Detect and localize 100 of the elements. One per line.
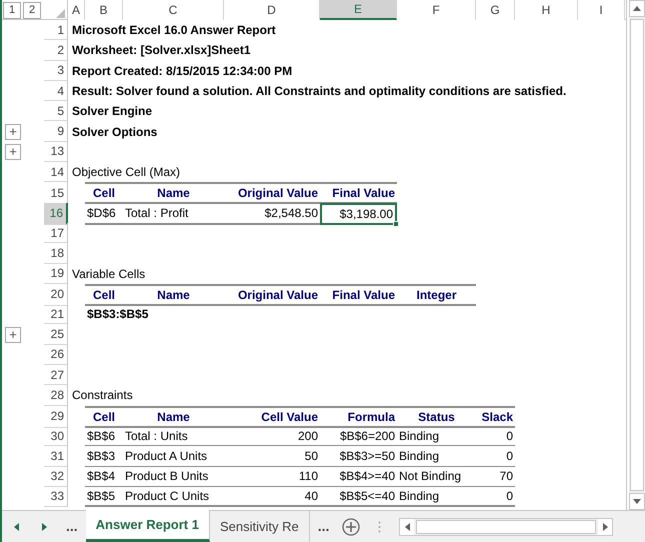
column-heading: Original Value <box>224 284 320 306</box>
table-cell[interactable]: 0 <box>476 446 515 467</box>
section-caption: Variable Cells <box>71 266 146 283</box>
section-caption: Objective Cell (Max) <box>71 164 182 182</box>
table-cell[interactable]: $B$5 <box>85 486 123 508</box>
report-title-line: Microsoft Excel 16.0 Answer Report <box>71 22 277 40</box>
more-sheets-button[interactable]: ... <box>58 511 86 542</box>
row-header[interactable]: 31 <box>44 446 68 467</box>
expand-button[interactable]: + <box>5 326 21 343</box>
column-header[interactable]: C <box>123 0 224 20</box>
row-header[interactable]: 2 <box>44 40 68 61</box>
column-header[interactable]: A <box>68 0 85 20</box>
table-cell[interactable]: Binding <box>397 446 476 467</box>
table-cell[interactable]: Binding <box>397 426 476 446</box>
column-heading: Name <box>123 182 224 204</box>
table-cell[interactable]: $B$4 <box>85 466 123 487</box>
table-cell[interactable]: Product C Units <box>123 486 224 508</box>
scroll-up-button[interactable] <box>629 0 645 17</box>
table-cell[interactable]: $B$3>=50 <box>320 446 397 467</box>
table-cell[interactable]: 0 <box>476 426 515 446</box>
column-header[interactable]: B <box>85 0 123 20</box>
column-heading: Name <box>123 284 224 306</box>
column-heading: Original Value <box>224 182 320 204</box>
row-header[interactable]: 9 <box>44 121 68 142</box>
column-heading: Cell <box>85 182 123 204</box>
row-header[interactable]: 5 <box>44 101 68 122</box>
section-caption: Constraints <box>71 387 134 404</box>
row-header[interactable]: 3 <box>44 60 68 81</box>
column-header[interactable]: G <box>476 0 515 20</box>
column-header[interactable]: I <box>578 0 625 20</box>
column-header[interactable]: D <box>224 0 320 20</box>
outline-level-button[interactable]: 2 <box>23 2 41 18</box>
scroll-thumb[interactable] <box>416 520 596 534</box>
column-header[interactable]: H <box>515 0 578 20</box>
table-cell[interactable]: Product A Units <box>123 446 224 467</box>
table-cell[interactable]: Total : Units <box>123 426 224 446</box>
row-header[interactable]: 26 <box>44 344 68 366</box>
vertical-scrollbar[interactable] <box>629 0 645 510</box>
column-heading: Cell Value <box>224 406 320 428</box>
table-cell[interactable]: 50 <box>224 446 320 467</box>
table-cell[interactable]: Binding <box>397 486 476 508</box>
splitter-handle-icon[interactable] <box>378 520 381 532</box>
row-header[interactable]: 21 <box>44 304 68 324</box>
row-header[interactable]: 20 <box>44 284 68 306</box>
row-header[interactable]: 17 <box>44 222 68 244</box>
row-header[interactable]: 18 <box>44 243 68 264</box>
expand-button[interactable]: + <box>5 144 21 160</box>
row-header[interactable]: 19 <box>44 264 68 284</box>
table-cell-text: $B$3:$B$5 <box>86 306 150 324</box>
table-cell[interactable]: Not Binding <box>397 466 476 487</box>
report-title-line: Worksheet: [Solver.xlsx]Sheet1 <box>71 42 252 60</box>
table-cell[interactable]: Total : Profit <box>123 202 224 225</box>
column-header[interactable]: E <box>320 0 397 20</box>
add-sheet-icon[interactable] <box>342 518 360 536</box>
up-arrow-icon <box>633 6 641 11</box>
table-cell[interactable]: $B$3 <box>85 446 123 467</box>
more-sheets-button[interactable]: ... <box>310 511 338 542</box>
column-header[interactable]: F <box>397 0 476 20</box>
table-cell[interactable]: 110 <box>224 466 320 487</box>
column-heading: Cell <box>85 406 123 428</box>
table-cell[interactable]: $B$6=200 <box>320 426 397 446</box>
row-header[interactable]: 28 <box>44 385 68 406</box>
report-title-line: Solver Options <box>71 124 158 141</box>
row-header[interactable]: 13 <box>44 142 68 162</box>
row-header[interactable]: 27 <box>44 365 68 386</box>
row-header[interactable]: 14 <box>44 162 68 182</box>
table-cell[interactable]: $B$6 <box>85 426 123 446</box>
row-header[interactable]: 1 <box>44 20 68 40</box>
outline-level-button[interactable]: 1 <box>3 2 21 18</box>
table-cell[interactable]: 70 <box>476 466 515 487</box>
row-header[interactable]: 30 <box>44 426 68 446</box>
right-arrow-icon <box>42 522 46 530</box>
right-arrow-icon <box>602 522 608 530</box>
sheet-tab[interactable]: Sensitivity Re <box>210 511 310 542</box>
column-heading: Cell <box>85 284 123 306</box>
table-cell[interactable]: $3,198.00 <box>320 202 397 225</box>
table-cell[interactable]: $2,548.50 <box>224 202 320 225</box>
horizontal-scrollbar[interactable] <box>399 518 614 536</box>
table-cell[interactable]: 40 <box>224 486 320 508</box>
table-cell[interactable]: 0 <box>476 486 515 508</box>
sheet-tab[interactable]: Answer Report 1 <box>86 510 210 542</box>
row-header[interactable]: 16 <box>44 202 68 225</box>
report-title-line: Report Created: 8/15/2015 12:34:00 PM <box>71 62 294 80</box>
table-cell[interactable]: 200 <box>224 426 320 446</box>
table-cell[interactable]: $B$4>=40 <box>320 466 397 487</box>
row-header[interactable]: 33 <box>44 486 68 508</box>
scroll-down-button[interactable] <box>629 493 645 510</box>
table-cell[interactable]: $B$5<=40 <box>320 486 397 508</box>
scroll-thumb[interactable] <box>630 19 644 491</box>
report-title-line: Solver Engine <box>71 103 154 120</box>
row-header[interactable]: 32 <box>44 466 68 487</box>
column-heading: Status <box>397 406 476 428</box>
expand-button[interactable]: + <box>5 124 21 140</box>
table-cell[interactable]: Product B Units <box>123 466 224 487</box>
row-header[interactable]: 29 <box>44 406 68 428</box>
row-header[interactable]: 4 <box>44 80 68 102</box>
row-header[interactable]: 25 <box>44 324 68 345</box>
column-heading: Name <box>123 406 224 428</box>
table-cell[interactable]: $D$6 <box>85 202 123 225</box>
left-arrow-icon <box>14 522 18 530</box>
